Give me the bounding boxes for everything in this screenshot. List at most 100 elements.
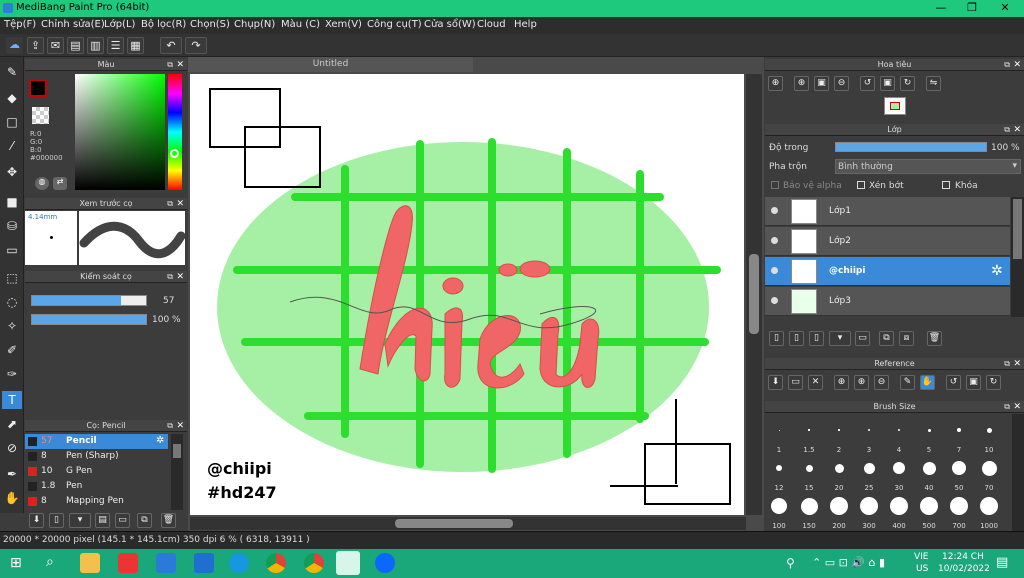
zoom-fit-icon[interactable]: ⊕ xyxy=(834,375,849,390)
notification-icon[interactable]: ▤ xyxy=(996,555,1008,570)
document-icon[interactable]: ▥ xyxy=(87,37,104,54)
brush-size-dot[interactable] xyxy=(893,462,905,474)
trash-icon[interactable]: 🗑 xyxy=(927,331,942,346)
brush-properties-icon[interactable]: ▤ xyxy=(95,513,110,528)
brush-size-dot[interactable] xyxy=(834,463,844,473)
add-layer-dropdown-icon[interactable]: ▾ xyxy=(829,331,851,346)
hue-slider[interactable] xyxy=(168,74,182,190)
mail-icon[interactable] xyxy=(194,553,214,573)
brush-size-dot[interactable] xyxy=(771,498,787,514)
rotate-right-icon[interactable]: ↻ xyxy=(986,375,1001,390)
edge-icon[interactable] xyxy=(229,553,249,573)
rectangle-tool-icon[interactable]: □ xyxy=(2,113,22,131)
duplicate-layer-icon[interactable]: ⧉ xyxy=(879,331,894,346)
zoom-out-icon[interactable]: ⊖ xyxy=(834,76,849,91)
zoom-in-icon[interactable]: ⊕ xyxy=(854,375,869,390)
lock-checkbox[interactable] xyxy=(942,181,950,189)
brush-size-dot[interactable] xyxy=(776,465,782,471)
language-top[interactable]: VIE xyxy=(914,552,929,562)
panel-close-icon[interactable]: ✕ xyxy=(176,271,184,283)
panel-close-icon[interactable]: ✕ xyxy=(176,420,184,432)
zalo-icon[interactable] xyxy=(375,553,395,573)
brush-item-pen[interactable]: 1.8 Pen xyxy=(25,479,168,494)
layer-opacity-slider[interactable] xyxy=(835,142,987,152)
panel-float-icon[interactable]: ⧉ xyxy=(1004,124,1010,136)
fill-rect-icon[interactable]: ■ xyxy=(2,193,22,211)
menu-cloud[interactable]: Cloud xyxy=(477,19,506,30)
menu-window[interactable]: Cửa sổ(W) xyxy=(424,19,476,30)
swap-color-icon[interactable]: ⇄ xyxy=(53,177,67,190)
gradient-tool-icon[interactable]: ▭ xyxy=(2,241,22,259)
brush-size-dot[interactable] xyxy=(957,428,961,432)
upload-icon[interactable]: ⇪ xyxy=(27,37,44,54)
color-picker-square[interactable] xyxy=(75,74,165,190)
search-icon[interactable]: ⌕ xyxy=(46,554,54,570)
brush-size-dot[interactable] xyxy=(920,497,938,515)
brush-size-dot[interactable] xyxy=(868,429,870,431)
vertical-scroll-thumb[interactable] xyxy=(749,254,759,334)
layer-row-3[interactable]: @chiipi ✲ xyxy=(765,257,1010,286)
visibility-icon[interactable] xyxy=(771,267,778,274)
fit-window-icon[interactable]: ▣ xyxy=(814,76,829,91)
new-halftone-layer-icon[interactable]: ▯ xyxy=(789,331,804,346)
brush-size-dot[interactable] xyxy=(800,497,818,515)
hand-tool-icon[interactable]: ✋ xyxy=(2,489,22,507)
brush-size-dot[interactable] xyxy=(986,427,992,433)
blend-mode-select[interactable]: Bình thường ▾ xyxy=(835,159,1021,174)
brush-tool-icon[interactable]: ✎ xyxy=(2,63,22,81)
panel-float-icon[interactable]: ⧉ xyxy=(167,59,173,71)
brush-size-dot[interactable] xyxy=(950,497,968,515)
brush-size-dot[interactable] xyxy=(838,429,840,431)
brush-item-mapping-pen[interactable]: 8 Mapping Pen xyxy=(25,494,168,509)
eyedropper-icon[interactable]: ✎ xyxy=(900,375,915,390)
panel-float-icon[interactable]: ⧉ xyxy=(167,198,173,210)
marquee-tool-icon[interactable]: ⬚ xyxy=(2,269,22,287)
new-brush-icon[interactable]: ▯ xyxy=(49,513,64,528)
layer-scrollbar[interactable] xyxy=(1011,197,1024,317)
vertical-scrollbar[interactable] xyxy=(746,74,762,515)
brush-size-dot[interactable] xyxy=(778,429,780,431)
layer-row-4[interactable]: Lớp3 xyxy=(765,287,1010,316)
brush-opacity-slider[interactable] xyxy=(31,314,147,325)
hue-handle[interactable] xyxy=(170,149,179,158)
select-eraser-icon[interactable]: ✑ xyxy=(2,365,22,383)
eyedropper-tool-icon[interactable]: ⊘ xyxy=(2,439,22,457)
brush-size-dot[interactable] xyxy=(922,461,936,475)
visibility-icon[interactable] xyxy=(771,297,778,304)
brush-size-dot[interactable] xyxy=(952,461,966,475)
merge-down-icon[interactable]: ⧈ xyxy=(899,331,914,346)
message-icon[interactable]: ▤ xyxy=(67,37,84,54)
folder-icon[interactable]: ▭ xyxy=(115,513,130,528)
menu-help[interactable]: Help xyxy=(514,19,537,30)
brush-size-dot[interactable] xyxy=(927,428,931,432)
brush-size-dot[interactable] xyxy=(830,497,848,515)
document-tab[interactable]: Untitled xyxy=(188,57,473,72)
navigator-thumbnail[interactable] xyxy=(884,97,906,115)
panel-float-icon[interactable]: ⧉ xyxy=(1004,59,1010,71)
zoom-fit-icon[interactable]: ⊕ xyxy=(768,76,783,91)
panel-close-icon[interactable]: ✕ xyxy=(176,59,184,71)
menu-color[interactable]: Màu (C) xyxy=(281,19,320,30)
grid-icon[interactable]: ▦ xyxy=(127,37,144,54)
magic-wand-icon[interactable]: ✧ xyxy=(2,317,22,335)
new-layer-icon[interactable]: ▯ xyxy=(769,331,784,346)
comment-icon[interactable]: ✉ xyxy=(47,37,64,54)
chrome-icon[interactable] xyxy=(266,553,286,573)
language-bottom[interactable]: US xyxy=(916,564,928,574)
transparent-swatch[interactable] xyxy=(32,107,49,124)
new-1bit-layer-icon[interactable]: ▯ xyxy=(809,331,824,346)
rotate-right-icon[interactable]: ↻ xyxy=(900,76,915,91)
protect-alpha-checkbox[interactable] xyxy=(771,181,779,189)
panel-float-icon[interactable]: ⧉ xyxy=(167,420,173,432)
horizontal-scroll-thumb[interactable] xyxy=(395,519,513,528)
palette-icon[interactable]: ◍ xyxy=(35,177,49,190)
brush-size-dot[interactable] xyxy=(860,497,878,515)
brush-size-dot[interactable] xyxy=(897,428,901,432)
lasso-tool-icon[interactable]: ◌ xyxy=(2,293,22,311)
operation-tool-icon[interactable]: ⬈ xyxy=(2,415,22,433)
hand-icon[interactable]: ✋ xyxy=(920,375,935,390)
scroll-thumb[interactable] xyxy=(173,444,181,458)
brush-size-dot[interactable] xyxy=(808,429,810,431)
store-icon[interactable] xyxy=(156,553,176,573)
brush-item-pencil[interactable]: 57 Pencil ✲ xyxy=(25,434,168,449)
